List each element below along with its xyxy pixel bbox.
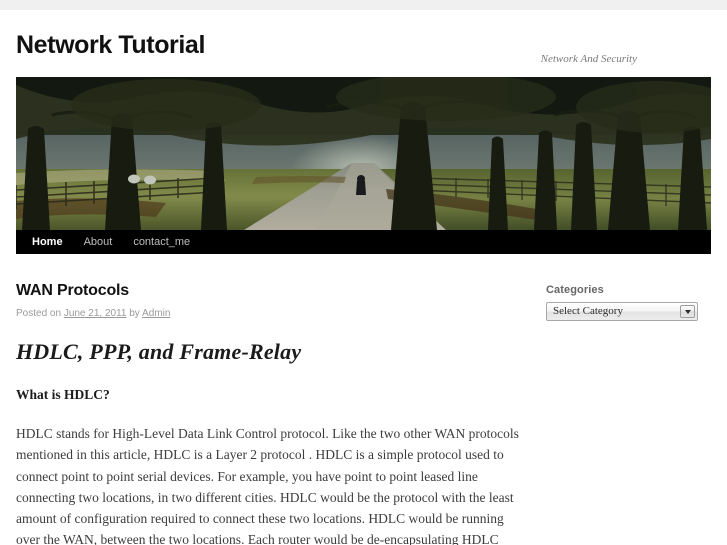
category-select-toggle[interactable]	[680, 305, 695, 318]
categories-widget-title: Categories	[546, 284, 604, 296]
post-author-link[interactable]: Admin	[142, 308, 170, 319]
post-title[interactable]: WAN Protocols	[16, 281, 521, 301]
post-article: WAN Protocols Posted on June 21, 2011 by…	[16, 281, 521, 545]
post-body-text: HDLC stands for High-Level Data Link Con…	[16, 426, 519, 545]
category-select-value: Select Category	[553, 305, 623, 317]
primary-navigation[interactable]: Home About contact_me	[16, 230, 711, 254]
site-branding: Network Tutorial Network And Security	[0, 10, 727, 67]
post-paragraph: HDLC stands for High-Level Data Link Con…	[16, 423, 521, 545]
post-date-link[interactable]: June 21, 2011	[64, 308, 127, 319]
post-meta: Posted on June 21, 2011 by Admin	[16, 308, 521, 320]
nav-item-contact-me[interactable]: contact_me	[133, 230, 190, 254]
sidebar: Categories Select Category	[546, 283, 698, 321]
nav-list: Home About contact_me	[16, 230, 711, 254]
header-image	[16, 77, 711, 230]
post-content: HDLC, PPP, and Frame-Relay What is HDLC?…	[16, 339, 521, 545]
nav-item-about[interactable]: About	[84, 230, 113, 254]
posted-on-label: Posted on	[16, 308, 64, 319]
page-shell: Network Tutorial Network And Security Ho…	[0, 0, 727, 545]
main-content: WAN Protocols Posted on June 21, 2011 by…	[16, 281, 521, 545]
header-photo-illustration	[16, 77, 711, 230]
post-section-heading: What is HDLC?	[16, 387, 110, 402]
site-description: Network And Security	[540, 53, 637, 65]
categories-widget: Categories Select Category	[546, 283, 698, 321]
site-title[interactable]: Network Tutorial	[16, 33, 205, 58]
by-label: by	[126, 308, 143, 319]
category-select[interactable]: Select Category	[546, 302, 698, 321]
post-subtitle: HDLC, PPP, and Frame-Relay	[16, 339, 302, 364]
chevron-down-icon	[684, 309, 691, 314]
nav-item-home[interactable]: Home	[32, 230, 63, 254]
